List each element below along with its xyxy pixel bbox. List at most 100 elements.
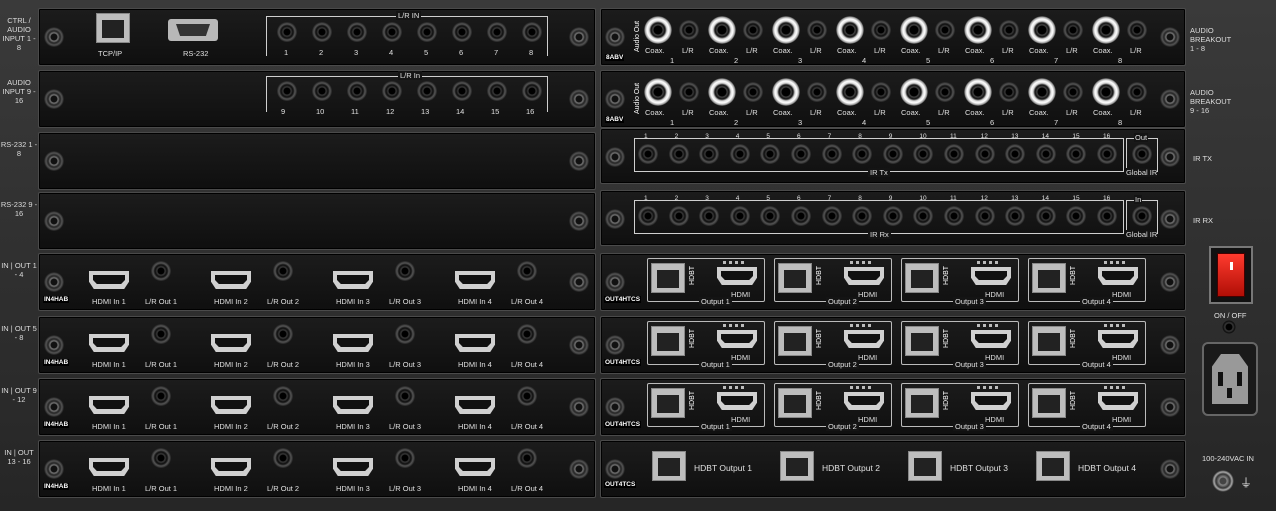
coax-output-port[interactable] — [1092, 16, 1120, 44]
lr-output-jack[interactable] — [395, 448, 415, 468]
hdmi-output-port[interactable] — [844, 330, 884, 348]
hdbt-port[interactable] — [652, 451, 686, 481]
ac-power-inlet[interactable] — [1202, 342, 1258, 416]
hdbt-port[interactable] — [1032, 263, 1066, 293]
ir-jack[interactable] — [882, 206, 903, 226]
coax-output-port[interactable] — [1028, 16, 1056, 44]
hdmi-input-port[interactable] — [455, 334, 495, 352]
hdmi-input-port[interactable] — [333, 334, 373, 352]
ir-jack[interactable] — [638, 206, 658, 226]
lr-output-jack[interactable] — [273, 386, 293, 406]
audio-input-jack[interactable] — [312, 22, 332, 42]
audio-input-jack[interactable] — [382, 81, 402, 101]
lr-output-jack[interactable] — [395, 386, 415, 406]
lr-output-jack[interactable] — [395, 324, 415, 344]
audio-input-jack[interactable] — [522, 22, 542, 42]
ir-jack[interactable] — [974, 206, 995, 226]
hdmi-output-port[interactable] — [717, 330, 757, 348]
ir-jack[interactable] — [821, 144, 842, 164]
ir-jack[interactable] — [791, 206, 811, 226]
lr-output-jack[interactable] — [395, 261, 415, 281]
lr-output-jack[interactable] — [871, 82, 891, 102]
lr-output-jack[interactable] — [1063, 82, 1083, 102]
audio-input-jack[interactable] — [277, 22, 297, 42]
hdmi-input-port[interactable] — [333, 458, 373, 476]
lr-output-jack[interactable] — [1063, 20, 1083, 40]
coax-output-port[interactable] — [708, 16, 736, 44]
hdbt-port[interactable] — [1036, 451, 1070, 481]
coax-output-port[interactable] — [772, 78, 800, 106]
lr-output-jack[interactable] — [151, 448, 171, 468]
lr-output-jack[interactable] — [679, 82, 699, 102]
coax-output-port[interactable] — [1028, 78, 1056, 106]
hdbt-port[interactable] — [778, 388, 812, 418]
hdbt-port[interactable] — [778, 326, 812, 356]
lr-output-jack[interactable] — [1127, 20, 1147, 40]
hdmi-input-port[interactable] — [455, 396, 495, 414]
lr-output-jack[interactable] — [871, 20, 891, 40]
hdmi-input-port[interactable] — [89, 334, 129, 352]
audio-input-jack[interactable] — [347, 22, 367, 42]
audio-input-jack[interactable] — [452, 81, 472, 101]
ir-jack[interactable] — [882, 144, 903, 164]
lr-output-jack[interactable] — [935, 82, 955, 102]
ir-jack[interactable] — [729, 144, 750, 164]
hdmi-output-port[interactable] — [971, 330, 1011, 348]
ir-jack[interactable] — [668, 144, 689, 164]
hdbt-port[interactable] — [905, 326, 939, 356]
lr-output-jack[interactable] — [999, 20, 1019, 40]
lr-output-jack[interactable] — [935, 20, 955, 40]
ir-jack[interactable] — [638, 144, 658, 164]
hdmi-input-port[interactable] — [89, 458, 129, 476]
lr-output-jack[interactable] — [151, 261, 171, 281]
ir-jack[interactable] — [729, 206, 750, 226]
hdbt-port[interactable] — [780, 451, 814, 481]
ir-jack[interactable] — [944, 206, 964, 226]
audio-input-jack[interactable] — [487, 22, 507, 42]
power-switch[interactable] — [1209, 246, 1253, 304]
hdbt-port[interactable] — [908, 451, 942, 481]
ir-jack[interactable] — [821, 206, 842, 226]
ir-jack[interactable] — [974, 144, 995, 164]
coax-output-port[interactable] — [772, 16, 800, 44]
hdbt-port[interactable] — [778, 263, 812, 293]
ir-jack[interactable] — [668, 206, 689, 226]
lr-output-jack[interactable] — [517, 261, 537, 281]
lr-output-jack[interactable] — [273, 324, 293, 344]
audio-input-jack[interactable] — [417, 81, 437, 101]
hdmi-output-port[interactable] — [971, 267, 1011, 285]
hdmi-output-port[interactable] — [1098, 392, 1138, 410]
coax-output-port[interactable] — [964, 16, 992, 44]
lr-output-jack[interactable] — [273, 261, 293, 281]
audio-input-jack[interactable] — [382, 22, 402, 42]
audio-input-jack[interactable] — [452, 22, 472, 42]
coax-output-port[interactable] — [644, 16, 672, 44]
hdmi-input-port[interactable] — [89, 396, 129, 414]
audio-input-jack[interactable] — [487, 81, 507, 101]
lr-output-jack[interactable] — [273, 448, 293, 468]
audio-input-jack[interactable] — [417, 22, 437, 42]
hdmi-output-port[interactable] — [971, 392, 1011, 410]
lr-output-jack[interactable] — [517, 448, 537, 468]
hdmi-output-port[interactable] — [1098, 330, 1138, 348]
coax-output-port[interactable] — [900, 78, 928, 106]
lr-output-jack[interactable] — [151, 324, 171, 344]
hdbt-port[interactable] — [905, 388, 939, 418]
lr-output-jack[interactable] — [999, 82, 1019, 102]
hdmi-output-port[interactable] — [844, 392, 884, 410]
hdmi-output-port[interactable] — [1098, 267, 1138, 285]
hdmi-input-port[interactable] — [455, 458, 495, 476]
hdbt-port[interactable] — [1032, 326, 1066, 356]
hdmi-input-port[interactable] — [455, 271, 495, 289]
ir-jack[interactable] — [944, 144, 964, 164]
hdmi-input-port[interactable] — [211, 271, 251, 289]
hdmi-output-port[interactable] — [717, 267, 757, 285]
hdmi-input-port[interactable] — [211, 458, 251, 476]
lr-output-jack[interactable] — [807, 20, 827, 40]
audio-input-jack[interactable] — [347, 81, 367, 101]
lr-output-jack[interactable] — [517, 386, 537, 406]
global-ir-jack[interactable] — [1132, 144, 1152, 164]
lr-output-jack[interactable] — [743, 20, 763, 40]
coax-output-port[interactable] — [900, 16, 928, 44]
coax-output-port[interactable] — [836, 78, 864, 106]
